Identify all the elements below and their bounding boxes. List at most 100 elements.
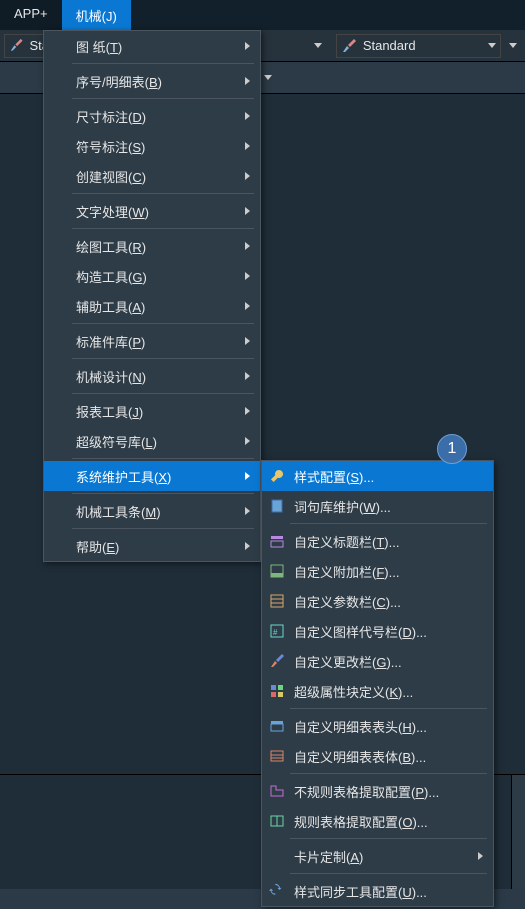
submenu-arrow-icon: [245, 437, 250, 445]
submenu-arrow-icon: [245, 337, 250, 345]
menu-separator: [290, 773, 487, 774]
menu-item-label: 报表工具(J): [76, 402, 143, 421]
submenu-arrow-icon: [245, 407, 250, 415]
sys-maint-menu-item-3[interactable]: 自定义附加栏(F)...: [262, 556, 493, 586]
mechanical-menu-item-0[interactable]: 图 纸(T): [44, 31, 260, 61]
menubar-item-mechanical[interactable]: 机械(J): [62, 0, 131, 30]
sys-maint-menu-item-12[interactable]: 卡片定制(A): [262, 841, 493, 871]
menu-item-label: 规则表格提取配置(O)...: [294, 812, 428, 831]
menu-item-label: 图 纸(T): [76, 37, 122, 56]
sync-icon: [268, 882, 286, 900]
mechanical-menu-item-15[interactable]: 帮助(E): [44, 531, 260, 561]
sys-maint-menu-item-11[interactable]: 规则表格提取配置(O)...: [262, 806, 493, 836]
sys-maint-menu-item-2[interactable]: 自定义标题栏(T)...: [262, 526, 493, 556]
submenu-arrow-icon: [245, 42, 250, 50]
menu-item-label: 符号标注(S): [76, 137, 145, 156]
change-icon: [268, 652, 286, 670]
submenu-arrow-icon: [245, 472, 250, 480]
mechanical-menu-item-6[interactable]: 绘图工具(R): [44, 231, 260, 261]
submenu-arrow-icon: [245, 207, 250, 215]
menu-item-label: 创建视图(C): [76, 167, 146, 186]
menu-item-label: 机械设计(N): [76, 367, 146, 386]
style-list-dropdown-right[interactable]: Standard: [336, 34, 501, 58]
mechanical-menu-item-9[interactable]: 标准件库(P): [44, 326, 260, 356]
mechanical-menu-item-3[interactable]: 符号标注(S): [44, 131, 260, 161]
toolbar-overflow[interactable]: [505, 34, 521, 58]
sys-maint-menu-item-4[interactable]: 自定义参数栏(C)...: [262, 586, 493, 616]
title-icon: [268, 532, 286, 550]
menu-separator: [72, 193, 254, 194]
sys-maint-menu-item-1[interactable]: 词句库维护(W)...: [262, 491, 493, 521]
menu-item-label: 词句库维护(W)...: [294, 497, 391, 516]
menu-separator: [290, 838, 487, 839]
tbody-icon: [268, 747, 286, 765]
submenu-arrow-icon: [245, 112, 250, 120]
block-icon: [268, 682, 286, 700]
mechanical-menu-item-5[interactable]: 文字处理(W): [44, 196, 260, 226]
mechanical-menu-item-1[interactable]: 序号/明细表(B): [44, 66, 260, 96]
mechanical-menu-item-11[interactable]: 报表工具(J): [44, 396, 260, 426]
chevron-down-icon: [264, 75, 272, 80]
theadr-icon: [268, 717, 286, 735]
mechanical-menu-item-2[interactable]: 尺寸标注(D): [44, 101, 260, 131]
menu-item-label: 自定义更改栏(G)...: [294, 652, 402, 671]
menu-item-label: 自定义附加栏(F)...: [294, 562, 399, 581]
menubar-item-app[interactable]: APP+: [0, 0, 62, 30]
menu-item-label: 文字处理(W): [76, 202, 149, 221]
menu-separator: [72, 528, 254, 529]
menu-item-label: 样式配置(S)...: [294, 467, 374, 486]
code-icon: #: [268, 622, 286, 640]
sys-maint-menu-item-7[interactable]: 超级属性块定义(K)...: [262, 676, 493, 706]
menubar: APP+ 机械(J): [0, 0, 525, 30]
menu-item-label: 机械工具条(M): [76, 502, 161, 521]
sys-maint-menu-item-6[interactable]: 自定义更改栏(G)...: [262, 646, 493, 676]
menu-item-label: 卡片定制(A): [294, 847, 363, 866]
sys-maint-menu-item-10[interactable]: 不规则表格提取配置(P)...: [262, 776, 493, 806]
submenu-arrow-icon: [245, 172, 250, 180]
submenu-arrow-icon: [245, 507, 250, 515]
mechanical-menu-item-10[interactable]: 机械设计(N): [44, 361, 260, 391]
append-icon: [268, 562, 286, 580]
menu-separator: [290, 523, 487, 524]
submenu-arrow-icon: [245, 77, 250, 85]
mechanical-menu-item-13[interactable]: 系统维护工具(X): [44, 461, 260, 491]
menu-item-label: 构造工具(G): [76, 267, 147, 286]
style-brush-icon: [341, 38, 357, 54]
submenu-arrow-icon: [245, 372, 250, 380]
sys-maint-menu-item-5[interactable]: # 自定义图样代号栏(D)...: [262, 616, 493, 646]
menu-separator: [290, 873, 487, 874]
menu-item-label: 不规则表格提取配置(P)...: [294, 782, 439, 801]
book-icon: [268, 497, 286, 515]
sys-maint-menu-item-0[interactable]: 样式配置(S)...: [262, 461, 493, 491]
sys-maint-menu-item-9[interactable]: 自定义明细表表体(B)...: [262, 741, 493, 771]
sys-maint-menu-item-13[interactable]: 样式同步工具配置(U)...: [262, 876, 493, 906]
menu-item-label: 系统维护工具(X): [76, 467, 171, 486]
mechanical-menu-item-7[interactable]: 构造工具(G): [44, 261, 260, 291]
system-maintenance-submenu: 样式配置(S)... 词句库维护(W)... 自定义标题栏(T)... 自定义附加栏(…: [261, 460, 494, 907]
style-right-label: Standard: [363, 38, 416, 53]
scrollbar-vertical[interactable]: [511, 775, 525, 889]
sys-maint-menu-item-8[interactable]: 自定义明细表表头(H)...: [262, 711, 493, 741]
submenu-arrow-icon: [245, 272, 250, 280]
menu-item-label: 尺寸标注(D): [76, 107, 146, 126]
mechanical-menu-item-14[interactable]: 机械工具条(M): [44, 496, 260, 526]
mechanical-menu-item-8[interactable]: 辅助工具(A): [44, 291, 260, 321]
menu-separator: [72, 458, 254, 459]
menu-separator: [72, 228, 254, 229]
menu-separator: [290, 708, 487, 709]
mechanical-menu-item-12[interactable]: 超级符号库(L): [44, 426, 260, 456]
reg-icon: [268, 812, 286, 830]
menu-separator: [72, 323, 254, 324]
menu-item-label: 自定义明细表表体(B)...: [294, 747, 426, 766]
wrench-icon: [268, 467, 286, 485]
menu-item-label: 辅助工具(A): [76, 297, 145, 316]
menu-separator: [72, 98, 254, 99]
param-icon: [268, 592, 286, 610]
menu-item-label: 自定义标题栏(T)...: [294, 532, 399, 551]
menu-separator: [72, 393, 254, 394]
submenu-arrow-icon: [245, 142, 250, 150]
menu-item-label: 自定义图样代号栏(D)...: [294, 622, 427, 641]
chevron-down-icon: [488, 43, 496, 48]
mechanical-menu-item-4[interactable]: 创建视图(C): [44, 161, 260, 191]
menu-separator: [72, 493, 254, 494]
